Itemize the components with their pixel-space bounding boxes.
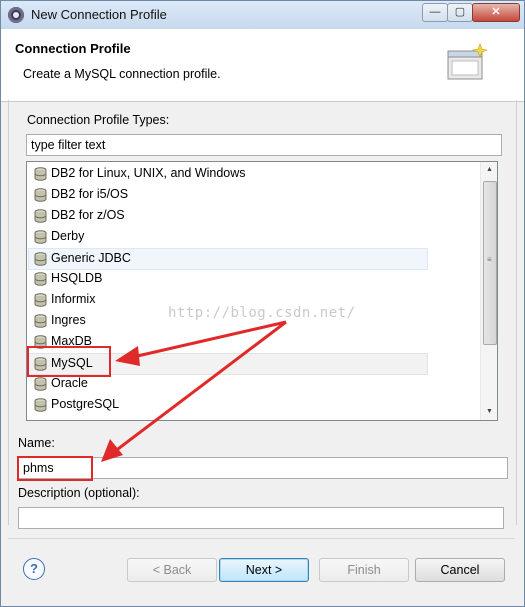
list-item[interactable]: DB2 for i5/OS [29, 185, 427, 205]
scroll-down-arrow-icon[interactable]: ▼ [481, 404, 497, 420]
maximize-button[interactable]: ▢ [447, 3, 473, 22]
list-scrollbar[interactable]: ▲ ≡ ▼ [480, 162, 497, 420]
list-item[interactable]: HSQLDB [29, 269, 427, 289]
title-bar[interactable]: New Connection Profile — ▢ ✕ [1, 1, 524, 29]
page-description: Create a MySQL connection profile. [23, 67, 221, 81]
list-item-label: Ingres [51, 313, 86, 327]
page-title: Connection Profile [15, 41, 131, 56]
database-icon [34, 252, 47, 266]
window-title: New Connection Profile [31, 7, 167, 22]
finish-button[interactable]: Finish [319, 558, 409, 582]
next-button[interactable]: Next > [219, 558, 309, 582]
database-icon [34, 188, 47, 202]
scroll-grip-icon: ≡ [487, 255, 492, 264]
list-item-label: DB2 for i5/OS [51, 187, 129, 201]
list-item-label: DB2 for Linux, UNIX, and Windows [51, 166, 246, 180]
help-icon[interactable]: ? [23, 558, 45, 580]
list-item[interactable]: PostgreSQL [29, 395, 427, 415]
wizard-header: Connection Profile Create a MySQL connec… [1, 29, 524, 102]
filter-input[interactable]: type filter text [26, 134, 502, 156]
list-item-label: Oracle [51, 376, 88, 390]
list-item-label: DB2 for z/OS [51, 208, 125, 222]
list-item-label: PostgreSQL [51, 397, 120, 411]
list-item[interactable]: Derby [29, 227, 427, 247]
database-icon [34, 230, 47, 244]
scroll-up-arrow-icon[interactable]: ▲ [481, 162, 497, 178]
cancel-button[interactable]: Cancel [415, 558, 505, 582]
profile-types-list[interactable]: DB2 for Linux, UNIX, and Windows DB2 for … [26, 161, 498, 421]
database-icon [34, 209, 47, 223]
mysql-highlight-box [27, 346, 111, 377]
close-button[interactable]: ✕ [472, 3, 520, 22]
description-input[interactable] [18, 507, 504, 529]
name-highlight-box [17, 456, 93, 481]
scroll-thumb[interactable]: ≡ [483, 181, 497, 345]
database-icon [34, 398, 47, 412]
database-icon [34, 377, 47, 391]
profile-types-label: Connection Profile Types: [27, 113, 170, 127]
database-icon [34, 293, 47, 307]
list-item[interactable]: Generic JDBC [28, 248, 428, 270]
watermark-text: http://blog.csdn.net/ [168, 305, 356, 321]
name-label: Name: [18, 436, 55, 450]
minimize-button[interactable]: — [422, 3, 448, 22]
database-icon [34, 272, 47, 286]
list-item-label: Informix [51, 292, 96, 306]
wizard-banner-icon [447, 43, 487, 80]
list-item-label: Derby [51, 229, 85, 243]
back-button[interactable]: < Back [127, 558, 217, 582]
list-item[interactable]: Oracle [29, 374, 427, 394]
footer-separator [8, 538, 515, 539]
list-item-label: Generic JDBC [51, 251, 131, 265]
eclipse-icon [8, 7, 24, 23]
description-label: Description (optional): [18, 486, 140, 500]
database-icon [34, 314, 47, 328]
list-item[interactable]: DB2 for Linux, UNIX, and Windows [29, 164, 427, 184]
list-item[interactable]: DB2 for z/OS [29, 206, 427, 226]
list-item-label: HSQLDB [51, 271, 103, 285]
database-icon [34, 167, 47, 181]
